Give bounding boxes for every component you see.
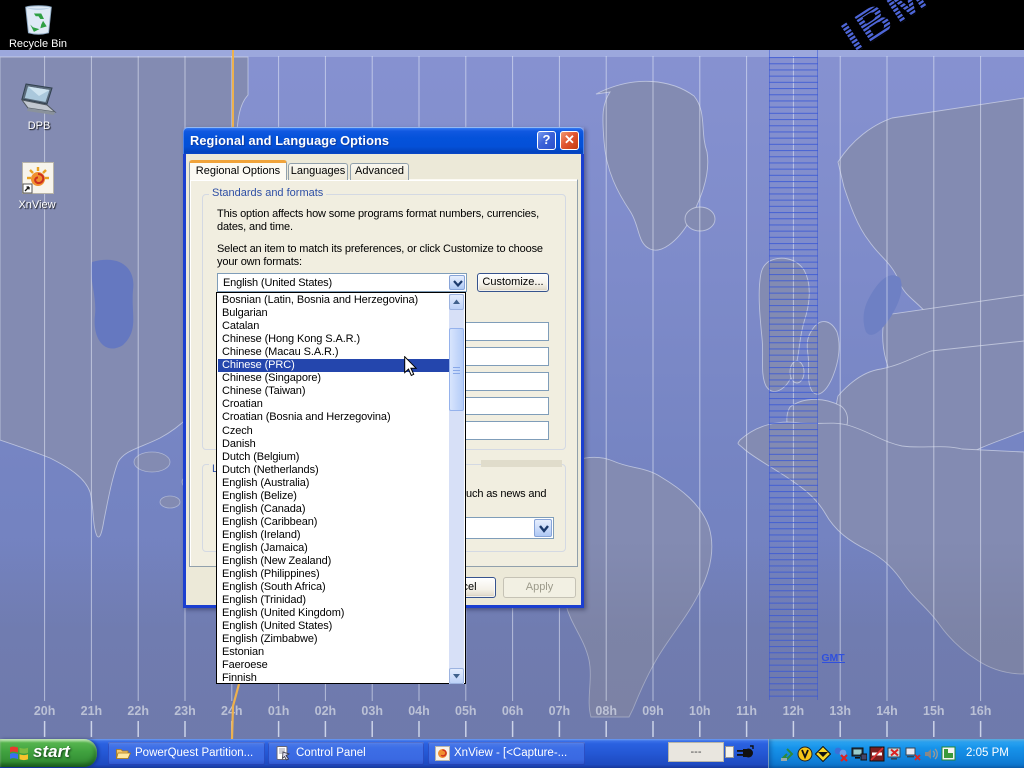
svg-text:14h: 14h bbox=[876, 704, 898, 718]
svg-text:23h: 23h bbox=[174, 704, 196, 718]
svg-text:05h: 05h bbox=[455, 704, 477, 718]
svg-text:22h: 22h bbox=[127, 704, 149, 718]
svg-text:08h: 08h bbox=[595, 704, 617, 718]
svg-text:06h: 06h bbox=[502, 704, 524, 718]
svg-text:02h: 02h bbox=[315, 704, 337, 718]
svg-text:16h: 16h bbox=[970, 704, 992, 718]
svg-text:15h: 15h bbox=[923, 704, 945, 718]
svg-text:07h: 07h bbox=[549, 704, 571, 718]
svg-text:12h: 12h bbox=[783, 704, 805, 718]
svg-text:21h: 21h bbox=[81, 704, 103, 718]
svg-text:11h: 11h bbox=[736, 704, 757, 718]
svg-text:03h: 03h bbox=[361, 704, 383, 718]
svg-text:01h: 01h bbox=[268, 704, 290, 718]
svg-text:09h: 09h bbox=[642, 704, 664, 718]
svg-text:04h: 04h bbox=[408, 704, 430, 718]
svg-text:20h: 20h bbox=[34, 704, 56, 718]
svg-text:13h: 13h bbox=[829, 704, 851, 718]
svg-text:10h: 10h bbox=[689, 704, 711, 718]
